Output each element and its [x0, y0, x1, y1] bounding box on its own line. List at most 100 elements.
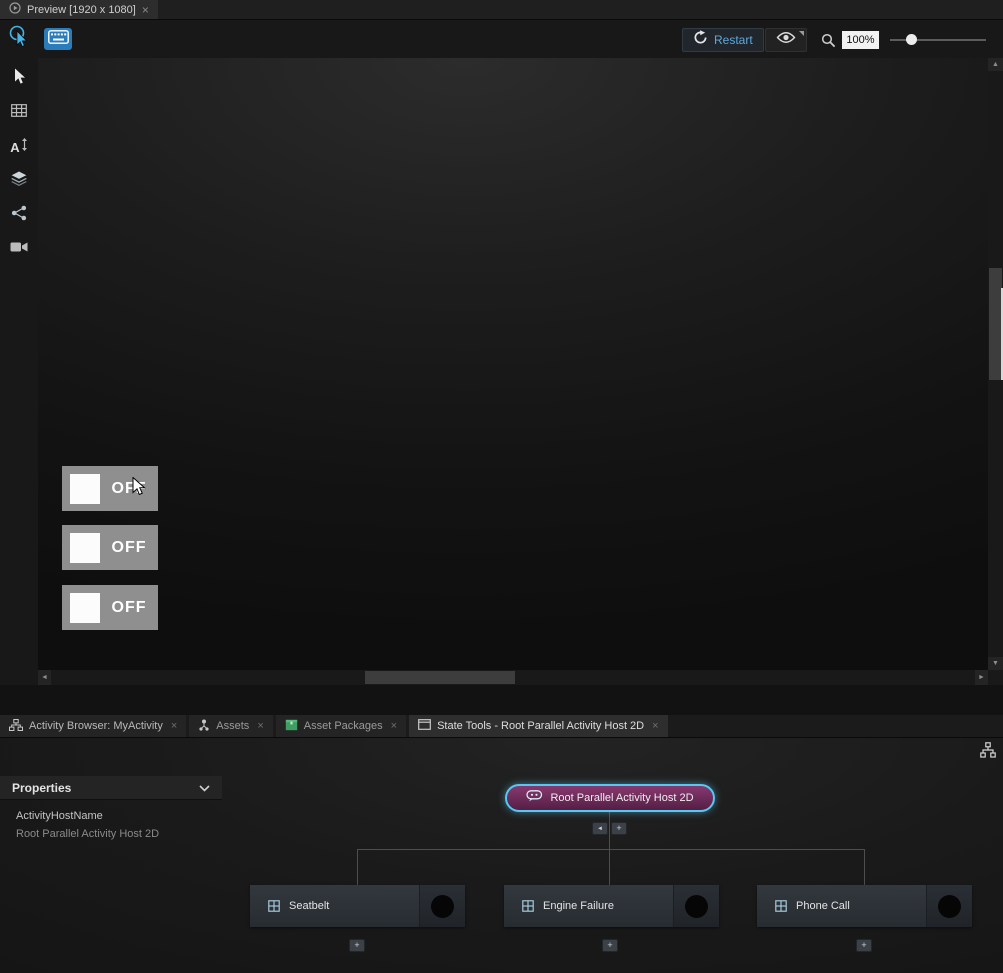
- select-tool-button[interactable]: [0, 66, 38, 92]
- toggle-indicator: [70, 533, 100, 563]
- zoom-slider-handle[interactable]: [906, 34, 917, 45]
- tab-label: Asset Packages: [304, 720, 383, 732]
- asset-packages-icon: [285, 719, 298, 734]
- virtual-keyboard-button[interactable]: [44, 28, 72, 50]
- property-name: ActivityHostName: [16, 810, 103, 822]
- camera-tool-button[interactable]: [0, 236, 38, 262]
- text-tool-button[interactable]: A: [0, 134, 38, 160]
- close-icon[interactable]: ×: [257, 721, 263, 732]
- activity-icon: [775, 900, 787, 912]
- connector-line: [609, 812, 610, 849]
- properties-title: Properties: [12, 781, 199, 795]
- close-icon[interactable]: ×: [652, 721, 658, 732]
- scroll-left-button[interactable]: ◄: [38, 670, 51, 685]
- close-icon[interactable]: ×: [391, 721, 397, 732]
- preview-tab-title: Preview [1920 x 1080]: [27, 4, 136, 16]
- state-tools-icon: [418, 719, 431, 733]
- node-state-section: [673, 885, 719, 927]
- panel-tab-bar: Activity Browser: MyActivity × Assets ×: [0, 715, 1003, 737]
- tab-preview[interactable]: Preview [1920 x 1080] ×: [0, 0, 158, 19]
- zoom-icon: [820, 32, 836, 48]
- horizontal-scrollbar-thumb[interactable]: [365, 671, 515, 684]
- dropdown-corner-icon[interactable]: [799, 31, 804, 36]
- connector-line: [357, 849, 358, 885]
- horizontal-scrollbar[interactable]: ◄ ►: [38, 670, 988, 685]
- state-indicator[interactable]: [938, 895, 961, 918]
- tab-state-tools[interactable]: State Tools - Root Parallel Activity Hos…: [409, 715, 668, 737]
- preview-tab-bar: Preview [1920 x 1080] ×: [0, 0, 1003, 20]
- scroll-down-button[interactable]: ▼: [988, 657, 1003, 670]
- activity-browser-icon: [9, 719, 23, 734]
- add-state-button[interactable]: +: [856, 939, 872, 952]
- zoom-slider[interactable]: [890, 28, 986, 52]
- text-arrow-icon: [21, 138, 28, 156]
- expand-graph-button[interactable]: [978, 742, 998, 762]
- preview-play-icon: [9, 1, 21, 19]
- tab-activity-browser[interactable]: Activity Browser: MyActivity ×: [0, 715, 186, 737]
- node-state-section: [926, 885, 972, 927]
- camera-icon: [10, 240, 28, 258]
- tab-assets[interactable]: Assets ×: [189, 715, 272, 737]
- scroll-up-button[interactable]: ▲: [988, 58, 1003, 71]
- visibility-button[interactable]: [765, 28, 807, 52]
- activity-node-phone-call[interactable]: Phone Call: [757, 885, 972, 927]
- toggle-button-2[interactable]: OFF: [62, 525, 158, 570]
- toggle-indicator: [70, 593, 100, 623]
- eye-icon: [776, 31, 796, 49]
- zoom-level-field[interactable]: 100%: [842, 31, 879, 49]
- properties-header[interactable]: Properties: [0, 776, 222, 800]
- root-node-label: Root Parallel Activity Host 2D: [550, 792, 693, 804]
- root-activity-node[interactable]: Root Parallel Activity Host 2D: [505, 784, 715, 812]
- activity-node-label: Phone Call: [796, 900, 850, 912]
- tool-sidebar: A: [0, 58, 38, 685]
- activity-node-label: Engine Failure: [543, 900, 614, 912]
- close-icon[interactable]: ×: [142, 4, 149, 16]
- add-state-button[interactable]: +: [602, 939, 618, 952]
- assets-icon: [198, 719, 210, 734]
- node-state-section: [419, 885, 465, 927]
- text-icon: A: [10, 140, 19, 155]
- collapse-button[interactable]: ◄: [592, 822, 608, 835]
- toggle-button-3[interactable]: OFF: [62, 585, 158, 630]
- add-state-button[interactable]: +: [349, 939, 365, 952]
- speech-bubble-icon: [526, 789, 543, 807]
- connector-line: [864, 849, 865, 885]
- preview-viewport[interactable]: OFF OFF OFF: [38, 58, 988, 670]
- tab-label: Activity Browser: MyActivity: [29, 720, 163, 732]
- hierarchy-icon: [980, 742, 996, 763]
- activity-node-engine-failure[interactable]: Engine Failure: [504, 885, 719, 927]
- close-icon[interactable]: ×: [171, 721, 177, 732]
- layers-tool-button[interactable]: [0, 168, 38, 194]
- pointer-circle-icon: [7, 24, 31, 55]
- activity-node-seatbelt[interactable]: Seatbelt: [250, 885, 465, 927]
- state-indicator[interactable]: [431, 895, 454, 918]
- add-child-button[interactable]: +: [611, 822, 627, 835]
- cursor-icon: [13, 68, 26, 90]
- property-value: Root Parallel Activity Host 2D: [16, 828, 159, 840]
- state-indicator[interactable]: [685, 895, 708, 918]
- activity-node-label: Seatbelt: [289, 900, 329, 912]
- node-graph-icon: [11, 205, 27, 226]
- mouse-cursor: [132, 477, 146, 502]
- toggle-label: OFF: [100, 599, 158, 617]
- scroll-right-button[interactable]: ►: [975, 670, 988, 685]
- interact-mode-button[interactable]: [5, 24, 33, 54]
- tab-label: State Tools - Root Parallel Activity Hos…: [437, 720, 644, 732]
- zoom-slider-track: [890, 39, 986, 41]
- connector-line: [357, 849, 865, 850]
- vertical-scrollbar[interactable]: ▲ ▼: [988, 58, 1003, 670]
- restart-button[interactable]: Restart: [682, 28, 764, 52]
- toggle-label: OFF: [100, 480, 158, 498]
- toggle-indicator: [70, 474, 100, 504]
- tab-asset-packages[interactable]: Asset Packages ×: [276, 715, 406, 737]
- restart-label: Restart: [714, 33, 753, 47]
- panel-divider: [0, 685, 1003, 715]
- tab-label: Assets: [216, 720, 249, 732]
- grid-tool-button[interactable]: [0, 100, 38, 126]
- restart-icon: [693, 30, 708, 50]
- toggle-label: OFF: [100, 539, 158, 557]
- chevron-down-icon[interactable]: [199, 779, 210, 797]
- connector-line: [609, 849, 610, 885]
- preview-toolbar: Restart 100%: [0, 20, 1003, 58]
- flow-tool-button[interactable]: [0, 202, 38, 228]
